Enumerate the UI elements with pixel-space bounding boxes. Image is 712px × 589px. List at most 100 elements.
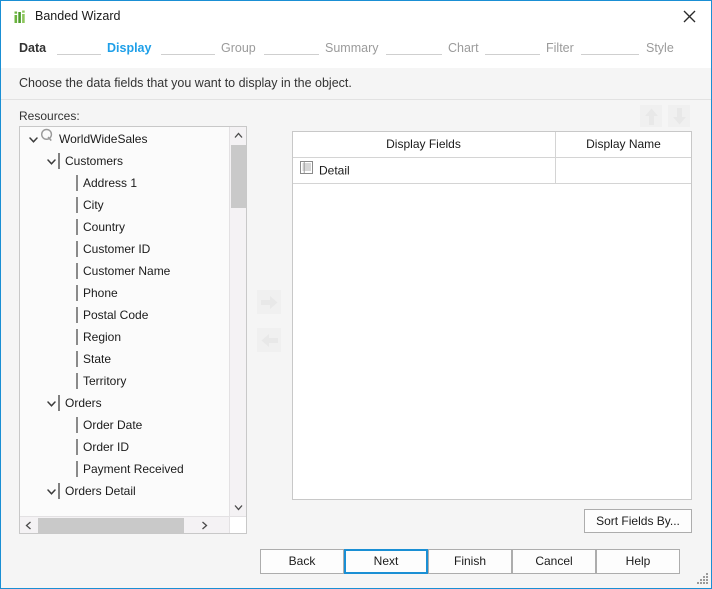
bar-chart-icon <box>13 9 29 25</box>
finish-button[interactable]: Finish <box>428 549 512 574</box>
chevron-down-icon[interactable] <box>44 150 58 172</box>
close-icon[interactable] <box>667 1 711 32</box>
field-icon <box>76 282 78 304</box>
step-data[interactable]: Data <box>19 41 46 55</box>
resources-tree-panel: WorldWideSales Customers Address 1 City Coun… <box>19 126 247 534</box>
chevron-down-icon[interactable] <box>44 480 58 502</box>
tree-item-label: Phone <box>83 285 118 300</box>
tree-item-label: Country <box>83 219 126 234</box>
tree-vertical-scroll-thumb[interactable] <box>231 145 246 208</box>
field-icon <box>76 348 78 370</box>
cell-display-field[interactable]: Detail <box>293 158 554 183</box>
tree-item[interactable]: Region <box>20 325 230 347</box>
tree-item[interactable]: Address 1 <box>20 171 230 193</box>
display-fields-grid: Display Fields Display Name Detail <box>292 131 692 500</box>
tree-vertical-scrollbar[interactable] <box>229 127 246 516</box>
tree-item[interactable]: Customer ID <box>20 237 230 259</box>
field-icon <box>76 194 78 216</box>
step-connector <box>386 54 442 55</box>
add-field-button[interactable] <box>257 290 281 314</box>
display-field-label: Detail <box>319 163 350 178</box>
move-down-button[interactable] <box>668 105 690 127</box>
tree-item-label: Order Date <box>83 417 143 432</box>
query-icon <box>40 128 55 150</box>
field-icon <box>76 260 78 282</box>
step-display[interactable]: Display <box>107 41 151 55</box>
tree-horizontal-scroll-thumb[interactable] <box>38 518 184 533</box>
scroll-up-icon[interactable] <box>230 127 246 144</box>
tree-item[interactable]: City <box>20 193 230 215</box>
tree-item-label: Order ID <box>83 439 130 454</box>
field-icon <box>76 172 78 194</box>
field-icon <box>76 414 78 436</box>
column-header-display-fields[interactable]: Display Fields <box>293 132 554 157</box>
detail-band-icon <box>300 158 313 183</box>
grid-header-row: Display Fields Display Name <box>293 132 691 158</box>
tree-item-label: Payment Received <box>83 461 184 476</box>
field-icon <box>76 370 78 392</box>
resources-tree[interactable]: WorldWideSales Customers Address 1 City Coun… <box>20 127 230 516</box>
back-button[interactable]: Back <box>260 549 344 574</box>
cancel-button[interactable]: Cancel <box>512 549 596 574</box>
tree-item[interactable]: State <box>20 347 230 369</box>
scrollbar-corner <box>229 516 246 533</box>
folder-icon <box>58 480 60 502</box>
cell-display-name[interactable] <box>555 158 691 183</box>
tree-item[interactable]: Orders Detail <box>20 479 230 501</box>
tree-item[interactable]: Customer Name <box>20 259 230 281</box>
scroll-right-icon[interactable] <box>196 517 213 533</box>
table-row[interactable]: Detail <box>293 158 691 184</box>
field-icon <box>76 216 78 238</box>
tree-item[interactable]: Phone <box>20 281 230 303</box>
tree-item-label: Postal Code <box>83 307 149 322</box>
resources-label: Resources: <box>19 109 80 123</box>
tree-item[interactable]: Orders <box>20 391 230 413</box>
sort-fields-button[interactable]: Sort Fields By... <box>584 509 692 533</box>
field-icon <box>76 238 78 260</box>
tree-item-label: Customer ID <box>83 241 151 256</box>
step-connector <box>264 54 319 55</box>
tree-item[interactable]: Payment Received <box>20 457 230 479</box>
tree-item-label: Customers <box>65 153 124 168</box>
tree-item[interactable]: Territory <box>20 369 230 391</box>
tree-item[interactable]: Customers <box>20 149 230 171</box>
tree-item-label: Territory <box>83 373 127 388</box>
tree-item-label: Region <box>83 329 122 344</box>
field-icon <box>76 458 78 480</box>
next-button[interactable]: Next <box>344 549 428 574</box>
dialog-body: Resources: WorldWideSales Customers Addres… <box>1 100 711 588</box>
tree-item-label: Orders <box>65 395 102 410</box>
title-bar: Banded Wizard <box>1 1 711 34</box>
resize-grip[interactable] <box>695 572 709 586</box>
banded-wizard-dialog: Banded Wizard Data Display Group Summary… <box>0 0 712 589</box>
chevron-down-icon[interactable] <box>44 392 58 414</box>
step-summary[interactable]: Summary <box>325 41 378 55</box>
dialog-footer: Back Next Finish Cancel Help <box>1 540 711 588</box>
tree-item[interactable]: WorldWideSales <box>20 127 230 149</box>
tree-item-label: Address 1 <box>83 175 138 190</box>
move-up-button[interactable] <box>640 105 662 127</box>
step-group[interactable]: Group <box>221 41 256 55</box>
tree-item[interactable]: Country <box>20 215 230 237</box>
step-style[interactable]: Style <box>646 41 674 55</box>
step-connector <box>485 54 540 55</box>
tree-item[interactable]: Postal Code <box>20 303 230 325</box>
tree-item-label: State <box>83 351 112 366</box>
tree-item[interactable]: Order Date <box>20 413 230 435</box>
chevron-down-icon[interactable] <box>26 128 40 150</box>
help-button[interactable]: Help <box>596 549 680 574</box>
folder-icon <box>58 150 60 172</box>
field-icon <box>76 304 78 326</box>
tree-horizontal-scrollbar[interactable] <box>20 516 230 533</box>
step-connector <box>57 54 101 55</box>
scroll-left-icon[interactable] <box>20 517 37 533</box>
tree-item[interactable]: Order ID <box>20 435 230 457</box>
page-instruction: Choose the data fields that you want to … <box>19 76 352 90</box>
step-chart[interactable]: Chart <box>448 41 479 55</box>
field-icon <box>76 326 78 348</box>
scroll-down-icon[interactable] <box>230 499 246 516</box>
tree-item-label: WorldWideSales <box>59 131 148 146</box>
column-header-display-name[interactable]: Display Name <box>555 132 691 157</box>
remove-field-button[interactable] <box>257 328 281 352</box>
step-filter[interactable]: Filter <box>546 41 574 55</box>
